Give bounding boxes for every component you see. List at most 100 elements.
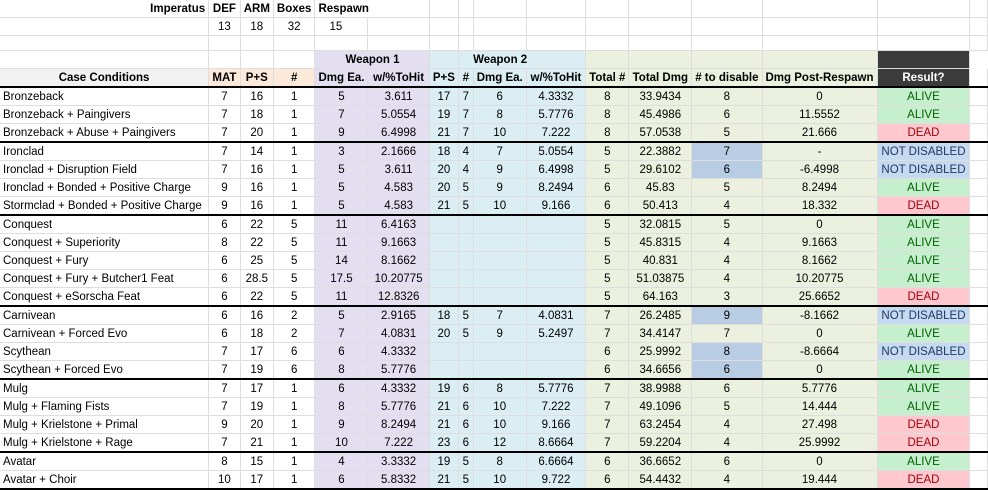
ps1-cell[interactable]: 17 <box>240 342 274 361</box>
n2-cell[interactable]: 7 <box>458 105 474 124</box>
n2-cell[interactable]: 5 <box>458 178 474 197</box>
hit1-cell[interactable]: 3.611 <box>367 87 430 106</box>
dmg2-cell[interactable] <box>473 360 527 380</box>
mat-cell[interactable]: 7 <box>208 379 241 398</box>
post-respawn-cell[interactable]: 0 <box>762 215 878 234</box>
to-disable-cell[interactable]: 6 <box>691 105 763 124</box>
dmg2-cell[interactable]: 10 <box>473 196 527 216</box>
result-cell[interactable]: DEAD <box>877 196 971 216</box>
case-cell[interactable]: Conquest + Fury <box>0 251 210 270</box>
dmg1-cell[interactable]: 3 <box>314 142 369 161</box>
ps1-cell[interactable]: 14 <box>240 142 274 161</box>
total-dmg-cell[interactable]: 34.6656 <box>628 360 693 380</box>
to-disable-cell[interactable]: 3 <box>691 287 763 307</box>
total-dmg-cell[interactable]: 29.6102 <box>628 160 693 179</box>
hit1-cell[interactable]: 5.7776 <box>367 397 430 416</box>
mat-cell[interactable]: 8 <box>208 233 241 252</box>
ps1-header[interactable]: P+S <box>240 68 274 88</box>
to-disable-cell[interactable]: 4 <box>691 470 763 490</box>
n2-cell[interactable]: 5 <box>458 306 474 325</box>
to-disable-cell[interactable]: 5 <box>691 215 763 234</box>
hit1-cell[interactable]: 2.9165 <box>367 306 430 325</box>
n1-cell[interactable]: 2 <box>273 324 316 343</box>
dmg2-cell[interactable]: 8 <box>473 105 527 124</box>
total-dmg-cell[interactable]: 34.4147 <box>628 324 693 343</box>
hit2-cell[interactable]: 8.6664 <box>526 433 587 453</box>
case-cell[interactable]: Conquest + Superiority <box>0 233 210 252</box>
hit2-cell[interactable]: 9.722 <box>526 470 587 490</box>
empty-cell[interactable] <box>969 196 988 216</box>
empty-cell[interactable] <box>969 105 988 124</box>
case-conditions-header[interactable]: Case Conditions <box>0 68 210 88</box>
case-cell[interactable]: Scythean <box>0 342 210 361</box>
dmg2-cell[interactable] <box>473 287 527 307</box>
mat-cell[interactable]: 7 <box>208 433 241 453</box>
result-cell[interactable]: ALIVE <box>877 178 971 197</box>
n2-cell[interactable] <box>458 215 474 234</box>
total-dmg-cell[interactable]: 51.03875 <box>628 269 693 288</box>
arm-header[interactable]: ARM <box>240 0 274 18</box>
hit1-cell[interactable]: 5.0554 <box>367 105 430 124</box>
result-cell[interactable]: ALIVE <box>877 269 971 288</box>
to-disable-cell[interactable]: 6 <box>691 379 763 398</box>
post-respawn-cell[interactable]: 5.7776 <box>762 379 878 398</box>
result-cell[interactable]: ALIVE <box>877 379 971 398</box>
total-count-cell[interactable]: 8 <box>585 105 630 124</box>
n1-cell[interactable]: 2 <box>273 306 316 325</box>
dmg2-cell[interactable]: 10 <box>473 470 527 490</box>
post-respawn-cell[interactable]: 21.666 <box>762 123 878 143</box>
empty-cell[interactable] <box>969 287 988 307</box>
total-dmg-cell[interactable]: 25.9992 <box>628 342 693 361</box>
post-respawn-cell[interactable]: 14.444 <box>762 397 878 416</box>
total-dmg-cell[interactable]: 64.163 <box>628 287 693 307</box>
hit2-cell[interactable] <box>526 360 587 380</box>
ps2-cell[interactable] <box>429 251 460 270</box>
hit2-cell[interactable] <box>526 215 587 234</box>
hit1-cell[interactable]: 7.222 <box>367 433 430 453</box>
post-respawn-cell[interactable]: 27.498 <box>762 415 878 434</box>
case-cell[interactable]: Ironclad + Bonded + Positive Charge <box>0 178 210 197</box>
to-disable-cell[interactable]: 4 <box>691 233 763 252</box>
ps1-cell[interactable]: 22 <box>240 233 274 252</box>
to-disable-cell[interactable]: 7 <box>691 142 763 161</box>
n2-cell[interactable] <box>458 251 474 270</box>
ps2-cell[interactable] <box>429 215 460 234</box>
dmg2-cell[interactable]: 10 <box>473 397 527 416</box>
case-cell[interactable]: Ironclad <box>0 142 210 161</box>
total-dmg-header[interactable]: Total Dmg <box>628 68 693 88</box>
mat-cell[interactable]: 7 <box>208 397 241 416</box>
hit1-header[interactable]: w/%ToHit <box>367 68 430 88</box>
dmg2-cell[interactable] <box>473 215 527 234</box>
dmg2-cell[interactable]: 8 <box>473 379 527 398</box>
hit1-cell[interactable]: 10.20775 <box>367 269 430 288</box>
dmg1-cell[interactable]: 17.5 <box>314 269 369 288</box>
empty-cell[interactable] <box>969 142 988 161</box>
empty-cell[interactable] <box>969 251 988 270</box>
n2-cell[interactable]: 4 <box>458 160 474 179</box>
total-count-cell[interactable]: 7 <box>585 306 630 325</box>
ps1-cell[interactable]: 16 <box>240 87 274 106</box>
result-cell[interactable]: DEAD <box>877 433 971 453</box>
n1-cell[interactable]: 6 <box>273 360 316 380</box>
ps1-cell[interactable]: 17 <box>240 470 274 490</box>
ps2-cell[interactable]: 21 <box>429 415 460 434</box>
total-dmg-cell[interactable]: 26.2485 <box>628 306 693 325</box>
result-cell[interactable]: ALIVE <box>877 251 971 270</box>
total-count-header[interactable]: Total # <box>585 68 630 88</box>
post-respawn-cell[interactable]: - <box>762 142 878 161</box>
total-count-cell[interactable]: 6 <box>585 360 630 380</box>
n1-cell[interactable]: 1 <box>273 105 316 124</box>
post-respawn-cell[interactable]: 11.5552 <box>762 105 878 124</box>
hit1-cell[interactable]: 9.1663 <box>367 233 430 252</box>
boxes-header[interactable]: Boxes <box>273 0 316 18</box>
dmg2-cell[interactable] <box>473 342 527 361</box>
mat-cell[interactable]: 7 <box>208 142 241 161</box>
n1-cell[interactable]: 1 <box>273 178 316 197</box>
empty-cell[interactable] <box>969 178 988 197</box>
mat-cell[interactable]: 7 <box>208 342 241 361</box>
total-dmg-cell[interactable]: 22.3882 <box>628 142 693 161</box>
hit1-cell[interactable]: 8.1662 <box>367 251 430 270</box>
dmg1-cell[interactable]: 6 <box>314 342 369 361</box>
ps2-cell[interactable] <box>429 342 460 361</box>
mat-cell[interactable]: 7 <box>208 123 241 143</box>
